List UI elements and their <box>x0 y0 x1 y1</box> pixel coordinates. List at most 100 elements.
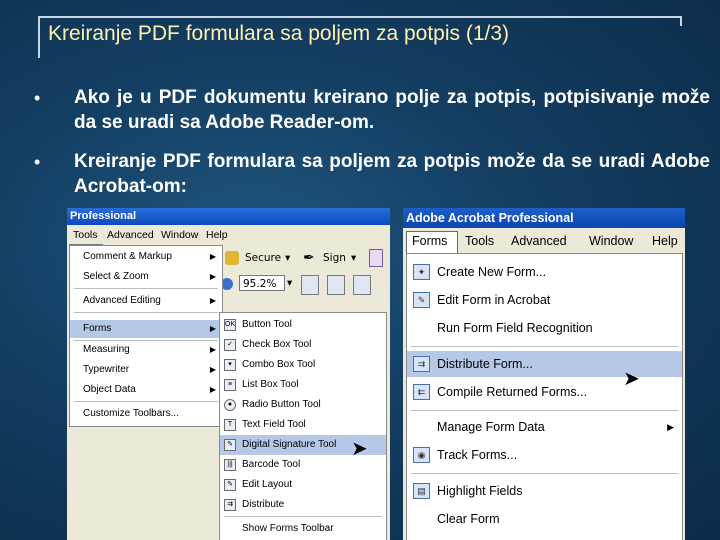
mouse-cursor-icon: ➤ <box>623 368 640 390</box>
menu-item-label: Text Field Tool <box>242 419 306 430</box>
menu-window[interactable]: Window <box>161 229 198 241</box>
menu-item-label: Customize Toolbars... <box>83 408 179 419</box>
menu-item-combo-box-tool[interactable]: ▾ Combo Box Tool <box>220 355 386 375</box>
menu-item-label: Select & Zoom <box>83 271 149 282</box>
forms-menu: ✦ Create New Form... ✎ Edit Form in Acroba… <box>406 253 683 540</box>
chevron-down-icon: ▾ <box>351 252 357 264</box>
left-window-title: Professional <box>67 208 390 225</box>
menu-item-typewriter[interactable]: Typewriter ▶ <box>70 361 222 379</box>
menu-item-compile-returned-forms[interactable]: ⇇ Compile Returned Forms... <box>407 379 682 405</box>
menu-item-label: Typewriter <box>83 364 130 375</box>
menu-divider <box>74 288 218 289</box>
menu-advanced[interactable]: Advanced <box>107 229 154 241</box>
menu-item-list-box-tool[interactable]: ≡ List Box Tool <box>220 375 386 395</box>
track-forms-icon: ◉ <box>413 447 430 463</box>
right-window-title: Adobe Acrobat Professional <box>403 208 685 228</box>
menu-item-comment-markup[interactable]: Comment & Markup ▶ <box>70 248 222 266</box>
distribute-icon: ⇉ <box>224 499 236 511</box>
menu-divider <box>74 401 218 402</box>
menu-item-show-forms-toolbar[interactable]: Show Forms Toolbar <box>220 519 386 539</box>
menu-item-check-box-tool[interactable]: ✓ Check Box Tool <box>220 335 386 355</box>
bullet-text-2: Kreiranje PDF formulara sa poljem za pot… <box>74 151 710 197</box>
menu-item-label: Run Form Field Recognition <box>437 321 593 335</box>
menu-item-radio-button-tool[interactable]: ● Radio Button Tool <box>220 395 386 415</box>
submenu-arrow-icon: ▶ <box>209 324 216 333</box>
menu-item-label: Create New Form... <box>437 265 547 279</box>
menu-item-label: Object Data <box>83 384 136 395</box>
menu-item-customize-toolbars[interactable]: Customize Toolbars... <box>70 405 222 423</box>
fit-visible-icon[interactable] <box>353 275 371 295</box>
menu-tools[interactable]: Tools <box>465 234 494 248</box>
menu-item-clear-form[interactable]: Clear Form <box>407 506 682 532</box>
menu-item-measuring[interactable]: Measuring ▶ <box>70 341 222 359</box>
menu-forms[interactable]: Forms <box>412 234 447 248</box>
menu-item-label: Show Forms Toolbar <box>242 523 334 534</box>
menu-divider <box>411 410 678 411</box>
menu-item-label: Manage Form Data <box>437 420 545 434</box>
menu-help[interactable]: Help <box>652 234 678 248</box>
submenu-arrow-icon: ▶ <box>667 422 674 432</box>
sign-button[interactable]: Sign <box>323 252 346 264</box>
menu-item-label: Advanced Editing <box>83 295 161 306</box>
bullet-marker-2: • <box>34 152 41 172</box>
submenu-arrow-icon: ▶ <box>209 365 216 374</box>
tools-menu: Comment & Markup ▶ Select & Zoom ▶ Advance… <box>69 245 223 427</box>
menu-divider <box>224 516 382 517</box>
edit-layout-icon: ✎ <box>224 479 236 491</box>
menu-item-label: Measuring <box>83 344 130 355</box>
secure-button[interactable]: Secure <box>245 252 281 264</box>
create-form-icon: ✦ <box>413 264 430 280</box>
signature-icon: ✎ <box>224 439 236 451</box>
zoom-input[interactable]: 95.2% <box>239 275 285 291</box>
menu-item-create-new-form[interactable]: ✦ Create New Form... <box>407 259 682 285</box>
submenu-arrow-icon: ▶ <box>209 385 216 394</box>
submenu-arrow-icon: ▶ <box>209 296 216 305</box>
submenu-arrow-icon: ▶ <box>209 345 216 354</box>
chevron-down-icon: ▾ <box>287 277 293 289</box>
edit-form-icon: ✎ <box>413 292 430 308</box>
menu-item-forms[interactable]: Forms ▶ <box>70 320 222 338</box>
menu-item-label: Track Forms... <box>437 448 518 462</box>
barcode-icon: ||| <box>224 459 236 471</box>
menu-item-edit-form-in-acrobat[interactable]: ✎ Edit Form in Acrobat <box>407 287 682 313</box>
menu-item-label: Digital Signature Tool <box>242 439 337 450</box>
menu-item-label: Comment & Markup <box>83 251 172 262</box>
right-screenshot: Adobe Acrobat Professional Forms Tools A… <box>403 208 685 540</box>
listbox-icon: ≡ <box>224 379 236 391</box>
menu-item-run-form-field-recognition[interactable]: Run Form Field Recognition <box>407 315 682 341</box>
menu-window[interactable]: Window <box>589 234 633 248</box>
menu-item-label: Button Tool <box>242 319 292 330</box>
left-screenshot: Professional Tools Advanced Window Help … <box>67 208 390 540</box>
menu-item-label: Clear Form <box>437 512 500 526</box>
fit-page-icon[interactable] <box>301 275 319 295</box>
menu-tools[interactable]: Tools <box>73 229 98 241</box>
menu-item-label: Radio Button Tool <box>242 399 321 410</box>
menu-item-track-forms[interactable]: ◉ Track Forms... <box>407 442 682 468</box>
menu-item-edit-layout[interactable]: ✎ Edit Layout <box>220 475 386 495</box>
menu-item-manage-form-data[interactable]: Manage Form Data ▶ <box>407 414 682 440</box>
menu-item-object-data[interactable]: Object Data ▶ <box>70 381 222 399</box>
menu-item-distribute[interactable]: ⇉ Distribute <box>220 495 386 515</box>
menu-item-label: Barcode Tool <box>242 459 301 470</box>
menu-item-text-field-tool[interactable]: T Text Field Tool <box>220 415 386 435</box>
menu-divider <box>411 473 678 474</box>
menu-item-button-tool[interactable]: OK Button Tool <box>220 315 386 335</box>
menu-item-highlight-fields[interactable]: ▤ Highlight Fields <box>407 478 682 504</box>
mouse-cursor-icon: ➤ <box>351 438 368 460</box>
textfield-icon: T <box>224 419 236 431</box>
menu-item-label: Combo Box Tool <box>242 359 316 370</box>
menu-item-label: Compile Returned Forms... <box>437 385 588 399</box>
form-icon <box>369 249 383 267</box>
submenu-arrow-icon: ▶ <box>209 252 216 261</box>
radio-icon: ● <box>224 399 236 411</box>
menu-item-distribute-form[interactable]: ⇉ Distribute Form... <box>407 351 682 377</box>
menu-advanced[interactable]: Advanced <box>511 234 567 248</box>
menu-help[interactable]: Help <box>206 229 228 241</box>
highlight-fields-icon: ▤ <box>413 483 430 499</box>
fit-width-icon[interactable] <box>327 275 345 295</box>
menu-item-select-zoom[interactable]: Select & Zoom ▶ <box>70 268 222 286</box>
menu-item-label: Edit Form in Acrobat <box>437 293 551 307</box>
menu-item-advanced-editing[interactable]: Advanced Editing ▶ <box>70 292 222 310</box>
chevron-down-icon: ▾ <box>285 252 291 264</box>
menu-item-label: Edit Layout <box>242 479 293 490</box>
